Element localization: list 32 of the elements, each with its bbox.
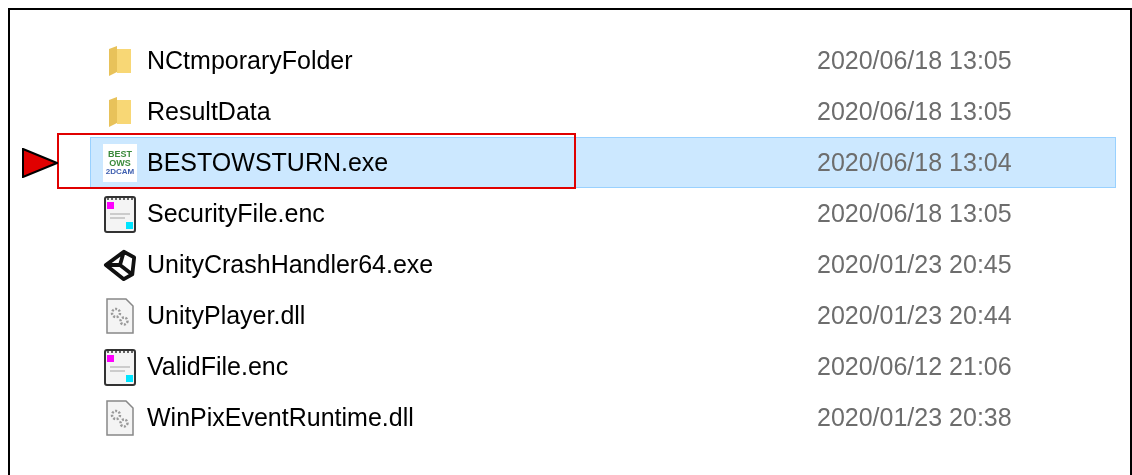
file-row[interactable]: WinPixEventRuntime.dll 2020/01/23 20:38 — [90, 392, 1116, 443]
modified-date: 2020/06/18 13:05 — [817, 199, 1012, 228]
folder-icon — [107, 44, 133, 77]
gear-file-icon — [105, 399, 135, 436]
file-name: NCtmporaryFolder — [147, 46, 354, 75]
file-name: UnityPlayer.dll — [147, 301, 307, 330]
folder-icon — [107, 95, 133, 128]
file-name: BESTOWSTURN.exe — [147, 148, 390, 177]
notepad-icon — [103, 193, 137, 234]
file-row[interactable]: NCtmporaryFolder 2020/06/18 13:05 — [90, 35, 1116, 86]
modified-date: 2020/01/23 20:44 — [817, 301, 1012, 330]
modified-date: 2020/01/23 20:45 — [817, 250, 1012, 279]
file-row[interactable]: ResultData 2020/06/18 13:05 — [90, 86, 1116, 137]
modified-date: 2020/06/12 21:06 — [817, 352, 1012, 381]
file-name: UnityCrashHandler64.exe — [147, 250, 435, 279]
file-name: ResultData — [147, 97, 272, 126]
file-row[interactable]: UnityCrashHandler64.exe 2020/01/23 20:45 — [90, 239, 1116, 290]
notepad-icon — [103, 346, 137, 387]
modified-date: 2020/01/23 20:38 — [817, 403, 1012, 432]
gear-file-icon — [105, 297, 135, 334]
modified-date: 2020/06/18 13:05 — [817, 97, 1012, 126]
file-name: ValidFile.enc — [147, 352, 290, 381]
file-row[interactable]: BEST OWS 2DCAM BESTOWSTURN.exe 2020/06/18 13:04 — [90, 137, 1116, 188]
pointer-arrow-icon — [22, 148, 58, 178]
app-logo-icon: BEST OWS 2DCAM — [103, 143, 137, 182]
modified-date: 2020/06/18 13:05 — [817, 46, 1012, 75]
file-name: SecurityFile.enc — [147, 199, 326, 228]
file-row[interactable]: SecurityFile.enc 2020/06/18 13:05 — [90, 188, 1116, 239]
file-row[interactable]: UnityPlayer.dll 2020/01/23 20:44 — [90, 290, 1116, 341]
file-row[interactable]: ValidFile.enc 2020/06/12 21:06 — [90, 341, 1116, 392]
modified-date: 2020/06/18 13:04 — [817, 148, 1012, 177]
file-name: WinPixEventRuntime.dll — [147, 403, 415, 432]
